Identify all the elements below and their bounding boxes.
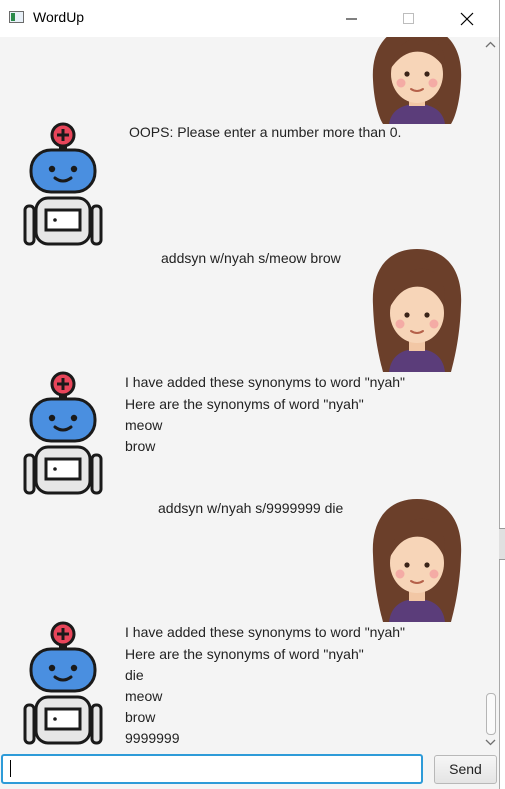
bot-message-line: I have added these synonyms to word "nya… — [125, 624, 405, 640]
bot-message-line: brow — [125, 709, 156, 725]
robot-icon — [23, 122, 103, 246]
bot-message-line: Here are the synonyms of word "nyah" — [125, 646, 364, 662]
chat-dialog-area[interactable]: OOPS: Please enter a number more than 0.… — [0, 37, 482, 752]
close-button[interactable] — [444, 0, 490, 36]
window-title: WordUp — [33, 9, 85, 25]
robot-icon — [23, 621, 103, 745]
window-app-icon — [9, 11, 24, 23]
chat-scrollbar[interactable] — [482, 37, 499, 752]
maximize-icon — [403, 12, 414, 24]
scroll-thumb[interactable] — [486, 693, 496, 735]
send-button[interactable]: Send — [434, 755, 497, 784]
robot-icon — [23, 371, 103, 495]
minimize-icon — [346, 18, 357, 19]
app-window: WordUp OOPS: Please enter a number more … — [0, 0, 500, 789]
bot-message-line: meow — [125, 688, 163, 704]
close-icon — [460, 12, 474, 25]
text-caret — [10, 760, 11, 777]
background-window-edge — [499, 528, 505, 560]
user-avatar-icon — [372, 249, 462, 372]
maximize-button[interactable] — [386, 0, 432, 36]
bot-message-line: I have added these synonyms to word "nya… — [125, 374, 405, 390]
bot-message-line: die — [125, 667, 144, 683]
bot-message-line: Here are the synonyms of word "nyah" — [125, 396, 364, 412]
scroll-down-arrow-icon[interactable] — [485, 737, 496, 747]
title-bar[interactable]: WordUp — [0, 0, 499, 36]
message-input[interactable] — [1, 754, 423, 784]
user-message-text: addsyn w/nyah s/meow brow — [161, 250, 341, 266]
bot-message-line: meow — [125, 417, 163, 433]
user-message-text: addsyn w/nyah s/9999999 die — [158, 500, 344, 516]
scroll-up-arrow-icon[interactable] — [485, 40, 496, 50]
bot-message-line: brow — [125, 438, 156, 454]
input-bar: Send — [0, 752, 499, 789]
user-avatar-icon — [372, 37, 462, 124]
bot-message-line: 9999999 — [125, 730, 180, 746]
bot-message-line: OOPS: Please enter a number more than 0. — [129, 124, 402, 140]
minimize-button[interactable] — [329, 0, 375, 36]
user-avatar-icon — [372, 499, 462, 622]
